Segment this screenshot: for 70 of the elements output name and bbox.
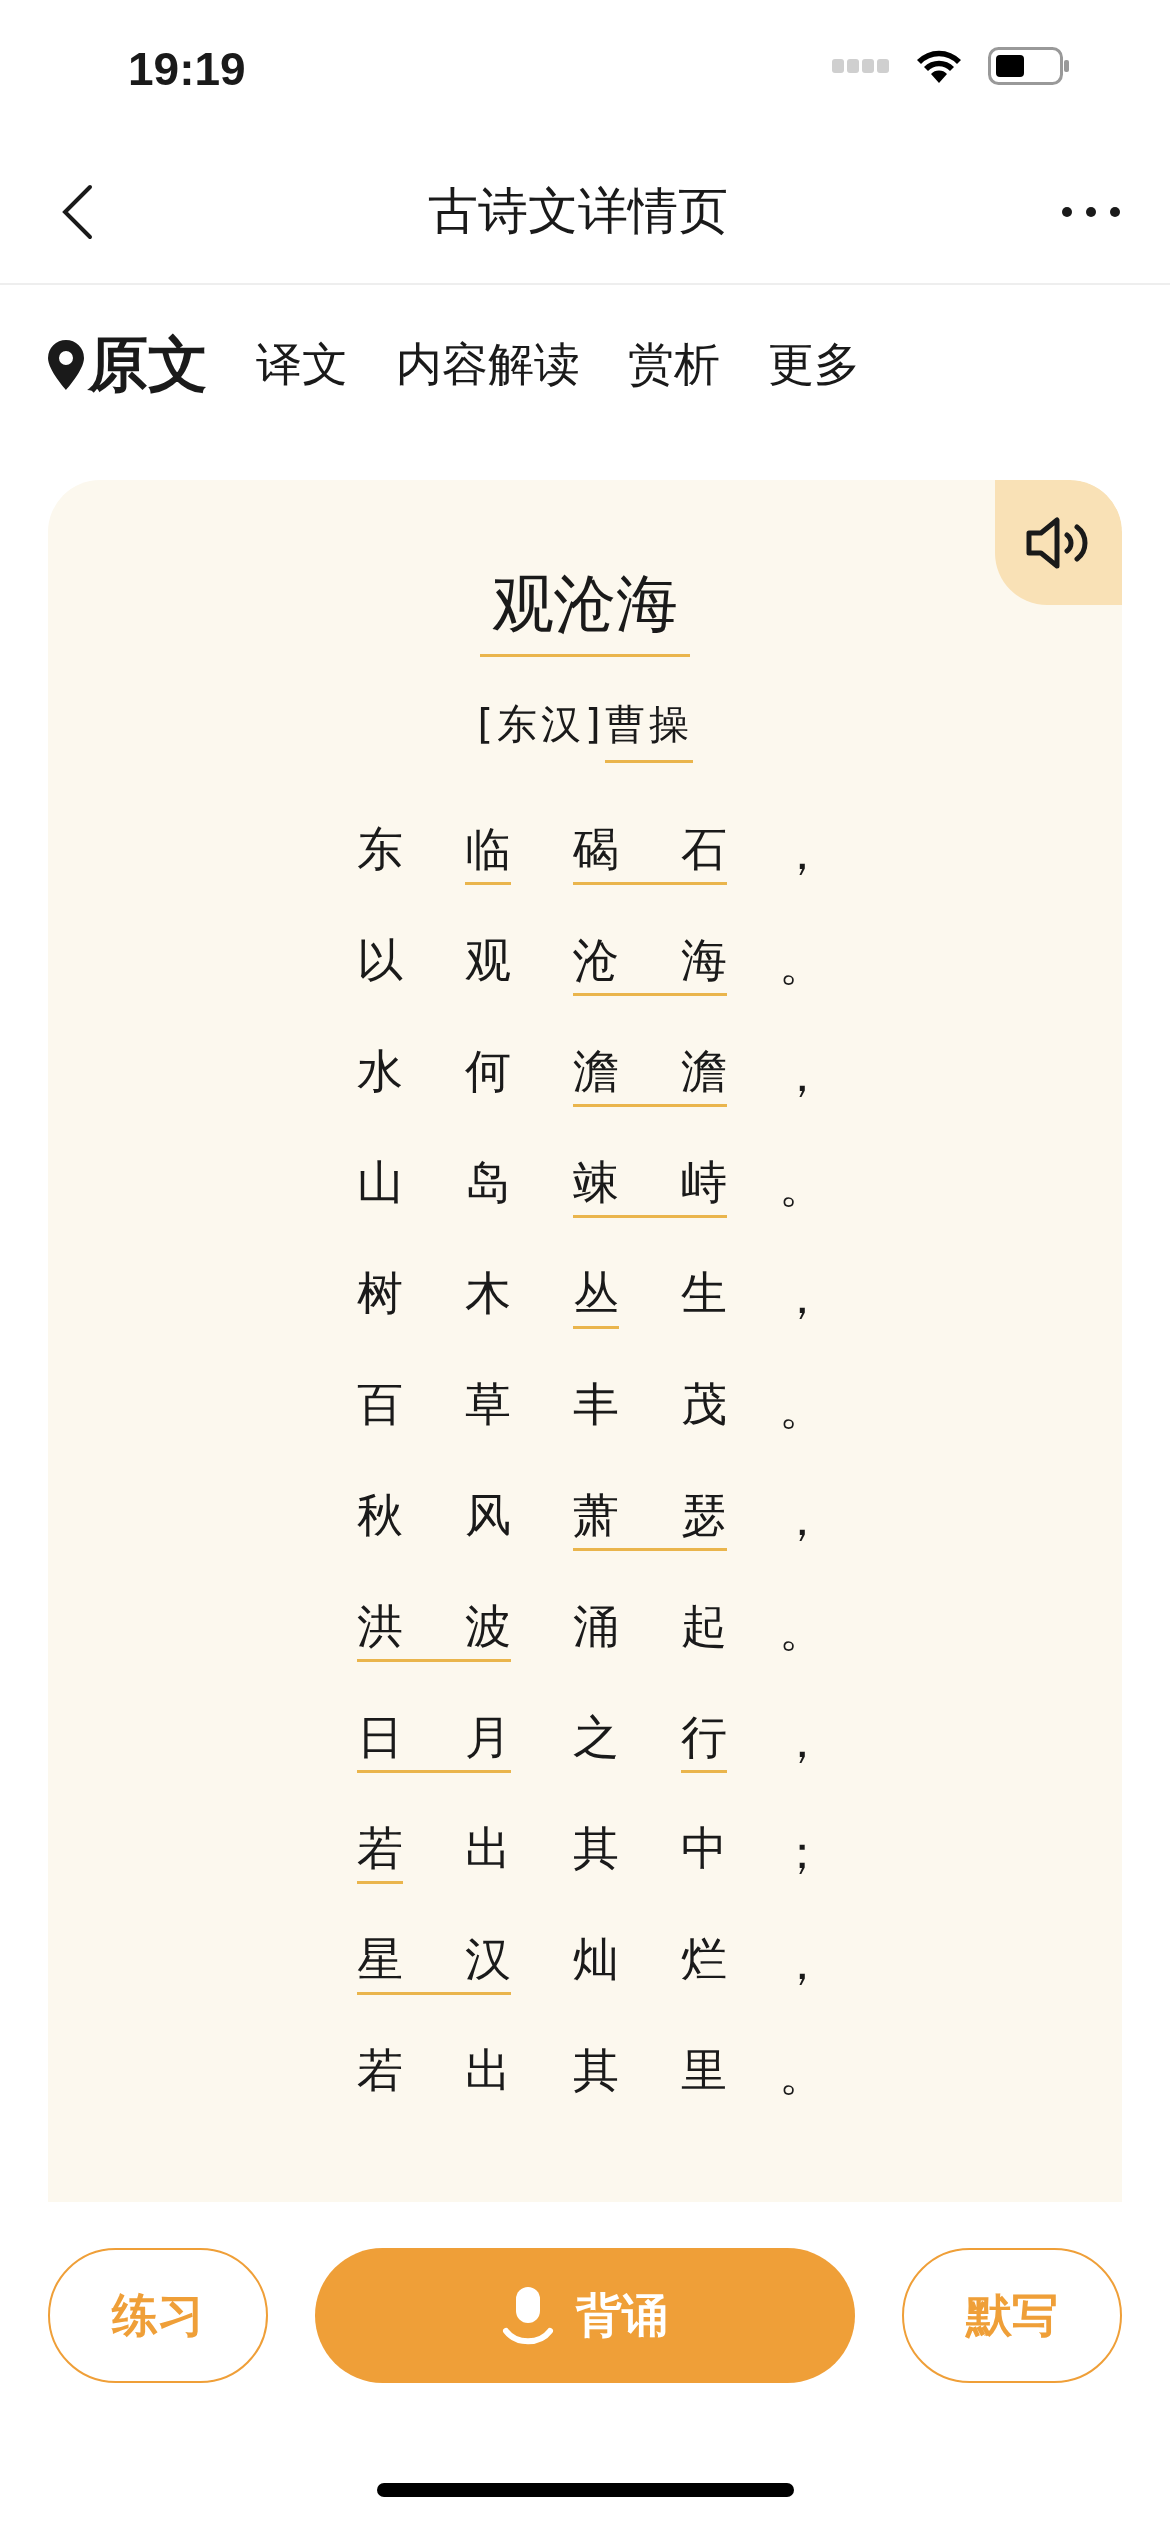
poem-word: 草: [465, 1376, 511, 1433]
poem-word: 碣石: [573, 808, 727, 885]
poem-word: 里: [681, 2042, 727, 2099]
poem-word: 行: [681, 1696, 727, 1773]
poem-word: 生: [681, 1265, 727, 1322]
poem-word: 观: [465, 932, 511, 989]
punctuation-mark: ，: [779, 824, 825, 882]
page-title: 古诗文详情页: [428, 181, 728, 242]
battery-icon: [988, 47, 1070, 85]
poem-word: 以: [357, 932, 403, 989]
poem-word: 日月: [357, 1696, 511, 1773]
poem-word: 中: [681, 1820, 727, 1877]
poem-word: 其: [573, 2042, 619, 2099]
speaker-button[interactable]: [995, 480, 1122, 605]
section-tab[interactable]: 原文: [48, 325, 208, 405]
poem-word: 水: [357, 1043, 403, 1100]
poem-word: 沧海: [573, 919, 727, 996]
poem-word: 秋: [357, 1487, 403, 1544]
punctuation-mark: 。: [779, 1379, 825, 1437]
section-tab[interactable]: 更多: [768, 325, 860, 405]
poem-word: 树: [357, 1265, 403, 1322]
punctuation-mark: ，: [779, 1712, 825, 1770]
poem-word: 出: [465, 2042, 511, 2099]
poem-author: [东汉]: [477, 700, 605, 749]
more-icon: [1062, 206, 1120, 217]
poem-word: 丰: [573, 1376, 619, 1433]
punctuation-mark: 。: [779, 2045, 825, 2103]
section-tab[interactable]: 译文: [256, 325, 348, 405]
poem-word: 若: [357, 2042, 403, 2099]
punctuation-mark: 。: [779, 1601, 825, 1659]
microphone-icon: [502, 2286, 554, 2345]
poem-word: 山: [357, 1154, 403, 1211]
punctuation-mark: 。: [779, 1157, 825, 1215]
poem-word: 萧瑟: [573, 1474, 727, 1551]
poem-word: 灿: [573, 1931, 619, 1988]
wifi-icon: [916, 49, 962, 83]
punctuation-mark: ；: [779, 1823, 825, 1881]
poem-word: 澹澹: [573, 1030, 727, 1107]
poem-word: 临: [465, 808, 511, 885]
poem-title: 观沧海: [480, 562, 690, 657]
poem-word: 涌: [573, 1598, 619, 1655]
section-tab[interactable]: 内容解读: [396, 325, 580, 405]
poem-author: 曹操: [604, 697, 693, 763]
punctuation-mark: ，: [779, 1046, 825, 1104]
poem-word: 其: [573, 1820, 619, 1877]
location-pin-icon: [48, 340, 84, 390]
poem-word: 若: [357, 1807, 403, 1884]
section-tab[interactable]: 赏析: [628, 325, 720, 405]
back-icon: [60, 183, 94, 240]
punctuation-mark: ，: [779, 1934, 825, 1992]
poem-word: 出: [465, 1820, 511, 1877]
poem-word: 烂: [681, 1931, 727, 1988]
poem-word: 东: [357, 821, 403, 878]
poem-word: 竦峙: [573, 1141, 727, 1218]
poem-word: 起: [681, 1598, 727, 1655]
punctuation-mark: 。: [779, 935, 825, 993]
poem-word: 风: [465, 1487, 511, 1544]
poem-word: 星汉: [357, 1918, 511, 1995]
punctuation-mark: ，: [779, 1268, 825, 1326]
poem-word: 何: [465, 1043, 511, 1100]
poem-word: 茂: [681, 1376, 727, 1433]
poem-word: 岛: [465, 1154, 511, 1211]
signal-icon: [832, 59, 890, 73]
poem-word: 百: [357, 1376, 403, 1433]
poem-word: 之: [573, 1709, 619, 1766]
punctuation-mark: ，: [779, 1490, 825, 1548]
poem-word: 木: [465, 1265, 511, 1322]
poem-word: 洪波: [357, 1585, 511, 1662]
poem-word: 丛: [573, 1252, 619, 1329]
status-time: 19:19: [128, 42, 246, 96]
